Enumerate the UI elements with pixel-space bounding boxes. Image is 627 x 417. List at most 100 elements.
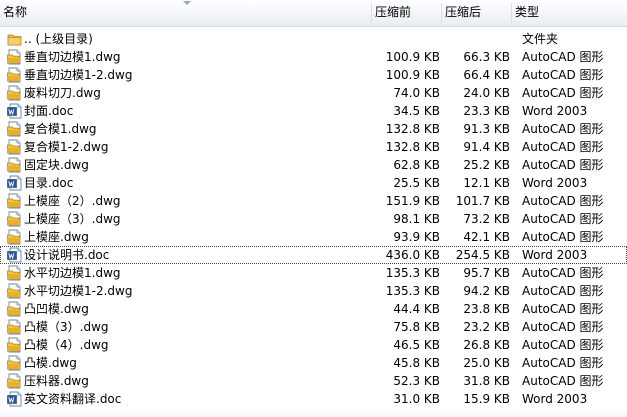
compressed-after-size: 101.7 KB <box>455 194 510 208</box>
compressed-before-size: 132.8 KB <box>385 122 440 136</box>
file-row[interactable]: 凸模（4）.dwg 46.5 KB 26.8 KB AutoCAD 图形 <box>0 336 627 354</box>
file-row[interactable]: 固定块.dwg 62.8 KB 25.2 KB AutoCAD 图形 <box>0 156 627 174</box>
column-header-name[interactable]: 名称 <box>0 0 371 27</box>
file-row[interactable]: 上模座.dwg 93.9 KB 42.1 KB AutoCAD 图形 <box>0 228 627 246</box>
file-name: 复合模1-2.dwg <box>24 140 109 154</box>
compressed-after-size: 23.3 KB <box>463 104 510 118</box>
file-type: AutoCAD 图形 <box>522 338 604 352</box>
compressed-before-size: 436.0 KB <box>385 248 440 262</box>
column-header-bar: 名称 压缩前 压缩后 类型 <box>0 0 627 27</box>
compressed-after-size: 23.2 KB <box>463 320 510 334</box>
compressed-after-size: 91.3 KB <box>463 122 510 136</box>
compressed-after-size: 66.3 KB <box>463 50 510 64</box>
compressed-before-size: 135.3 KB <box>385 284 440 298</box>
file-row[interactable]: 复合模1.dwg 132.8 KB 91.3 KB AutoCAD 图形 <box>0 120 627 138</box>
word-file-icon <box>7 175 22 191</box>
file-row[interactable]: 封面.doc 34.5 KB 23.3 KB Word 2003 <box>0 102 627 120</box>
file-row[interactable]: 凸模.dwg 45.8 KB 25.0 KB AutoCAD 图形 <box>0 354 627 372</box>
file-name: .. (上级目录) <box>24 32 93 46</box>
compressed-before-size: 34.5 KB <box>393 104 440 118</box>
file-name: 复合模1.dwg <box>24 122 97 136</box>
compressed-before-size: 75.8 KB <box>393 320 440 334</box>
file-name: 设计说明书.doc <box>24 248 110 262</box>
file-row[interactable]: 水平切边模1-2.dwg 135.3 KB 94.2 KB AutoCAD 图形 <box>0 282 627 300</box>
column-header-compressed-after[interactable]: 压缩后 <box>442 0 511 27</box>
file-name: 水平切边模1.dwg <box>24 266 121 280</box>
compressed-before-size: 151.9 KB <box>385 194 440 208</box>
file-type: Word 2003 <box>522 248 588 262</box>
column-header-compressed-before[interactable]: 压缩前 <box>372 0 441 27</box>
dwg-file-icon <box>7 49 22 65</box>
file-row[interactable]: 垂直切边模1-2.dwg 100.9 KB 66.4 KB AutoCAD 图形 <box>0 66 627 84</box>
file-row[interactable]: 废料切刀.dwg 74.0 KB 24.0 KB AutoCAD 图形 <box>0 84 627 102</box>
file-row[interactable]: 凸凹模.dwg 44.4 KB 23.8 KB AutoCAD 图形 <box>0 300 627 318</box>
dwg-file-icon <box>7 67 22 83</box>
dwg-file-icon <box>7 337 22 353</box>
dwg-file-icon <box>7 121 22 137</box>
file-name: 上模座（2）.dwg <box>24 194 121 208</box>
file-name: 废料切刀.dwg <box>24 86 101 100</box>
compressed-before-size: 100.9 KB <box>385 50 440 64</box>
compressed-before-size: 74.0 KB <box>393 86 440 100</box>
file-type: AutoCAD 图形 <box>522 212 604 226</box>
word-file-icon <box>7 391 22 407</box>
file-row[interactable]: 目录.doc 25.5 KB 12.1 KB Word 2003 <box>0 174 627 192</box>
dwg-file-icon <box>7 301 22 317</box>
file-type: Word 2003 <box>522 392 588 406</box>
file-type: Word 2003 <box>522 104 588 118</box>
compressed-after-size: 25.0 KB <box>463 356 510 370</box>
file-row[interactable]: 设计说明书.doc 436.0 KB 254.5 KB Word 2003 <box>0 246 627 264</box>
file-type: AutoCAD 图形 <box>522 86 604 100</box>
file-row[interactable]: 压料器.dwg 52.3 KB 31.8 KB AutoCAD 图形 <box>0 372 627 390</box>
file-row[interactable]: 凸模（3）.dwg 75.8 KB 23.2 KB AutoCAD 图形 <box>0 318 627 336</box>
file-name: 英文资料翻译.doc <box>24 392 122 406</box>
dwg-file-icon <box>7 157 22 173</box>
compressed-after-size: 91.4 KB <box>463 140 510 154</box>
file-name: 上模座（3）.dwg <box>24 212 121 226</box>
file-type: AutoCAD 图形 <box>522 320 604 334</box>
parent-directory-row[interactable]: .. (上级目录) 文件夹 <box>0 30 627 48</box>
file-name: 凸模（4）.dwg <box>24 338 109 352</box>
file-row[interactable]: 水平切边模1.dwg 135.3 KB 95.7 KB AutoCAD 图形 <box>0 264 627 282</box>
compressed-after-size: 42.1 KB <box>463 230 510 244</box>
file-list: .. (上级目录) 文件夹垂直切边模1.dwg 100.9 KB 66.3 KB Aut… <box>0 30 627 408</box>
file-name: 凸模（3）.dwg <box>24 320 109 334</box>
file-name: 上模座.dwg <box>24 230 89 244</box>
compressed-after-size: 24.0 KB <box>463 86 510 100</box>
compressed-after-size: 26.8 KB <box>463 338 510 352</box>
dwg-file-icon <box>7 85 22 101</box>
file-row[interactable]: 垂直切边模1.dwg 100.9 KB 66.3 KB AutoCAD 图形 <box>0 48 627 66</box>
file-row[interactable]: 复合模1-2.dwg 132.8 KB 91.4 KB AutoCAD 图形 <box>0 138 627 156</box>
file-name: 垂直切边模1.dwg <box>24 50 121 64</box>
file-row[interactable]: 上模座（2）.dwg 151.9 KB 101.7 KB AutoCAD 图形 <box>0 192 627 210</box>
compressed-before-size: 98.1 KB <box>393 212 440 226</box>
file-type: AutoCAD 图形 <box>522 356 604 370</box>
compressed-before-size: 93.9 KB <box>393 230 440 244</box>
file-type: Word 2003 <box>522 176 588 190</box>
column-header-type[interactable]: 类型 <box>512 0 627 27</box>
compressed-before-size: 135.3 KB <box>385 266 440 280</box>
file-name: 目录.doc <box>24 176 74 190</box>
dwg-file-icon <box>7 211 22 227</box>
compressed-after-size: 94.2 KB <box>463 284 510 298</box>
list-bottom-edge <box>0 409 627 417</box>
compressed-before-size: 31.0 KB <box>393 392 440 406</box>
file-name: 固定块.dwg <box>24 158 89 172</box>
dwg-file-icon <box>7 193 22 209</box>
compressed-before-size: 62.8 KB <box>393 158 440 172</box>
compressed-after-size: 31.8 KB <box>463 374 510 388</box>
dwg-file-icon <box>7 355 22 371</box>
file-name: 压料器.dwg <box>24 374 89 388</box>
compressed-before-size: 44.4 KB <box>393 302 440 316</box>
compressed-after-size: 95.7 KB <box>463 266 510 280</box>
file-name: 垂直切边模1-2.dwg <box>24 68 133 82</box>
folder-icon <box>7 31 22 47</box>
file-row[interactable]: 英文资料翻译.doc 31.0 KB 15.9 KB Word 2003 <box>0 390 627 408</box>
compressed-before-size: 52.3 KB <box>393 374 440 388</box>
compressed-before-size: 25.5 KB <box>393 176 440 190</box>
dwg-file-icon <box>7 319 22 335</box>
file-row[interactable]: 上模座（3）.dwg 98.1 KB 73.2 KB AutoCAD 图形 <box>0 210 627 228</box>
compressed-after-size: 15.9 KB <box>463 392 510 406</box>
dwg-file-icon <box>7 283 22 299</box>
file-type: AutoCAD 图形 <box>522 284 604 298</box>
